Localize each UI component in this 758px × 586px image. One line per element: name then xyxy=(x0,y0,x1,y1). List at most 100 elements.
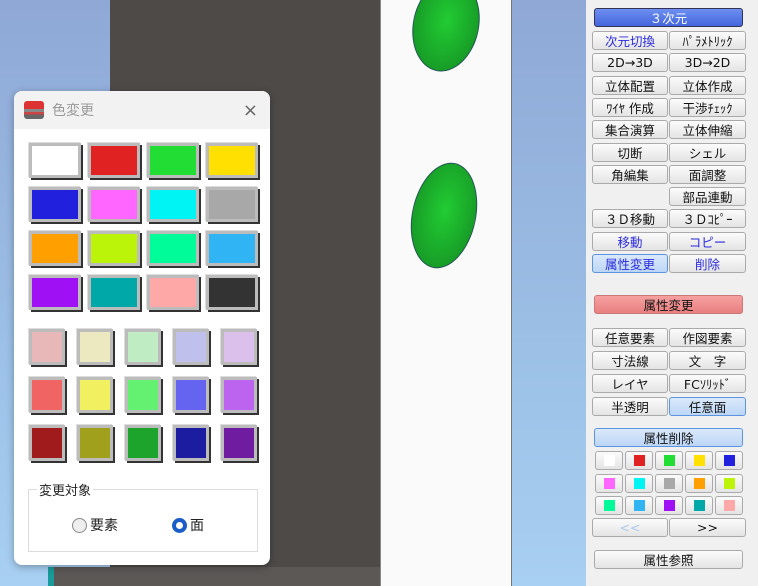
radio-element[interactable]: 要素 xyxy=(72,515,118,535)
color-chip xyxy=(664,500,675,511)
color-swatch[interactable] xyxy=(77,425,113,461)
color-chip xyxy=(604,455,615,466)
cmd-button[interactable]: 干渉ﾁｪｯｸ xyxy=(669,97,746,117)
attr-button[interactable]: 任意要素 xyxy=(592,328,668,347)
mode-3d-button[interactable]: ３次元 xyxy=(594,8,743,27)
app-icon xyxy=(24,101,44,119)
color-chip xyxy=(724,455,735,466)
color-swatch[interactable] xyxy=(206,231,258,266)
cmd-button[interactable]: コピー xyxy=(669,231,746,251)
color-swatch[interactable] xyxy=(125,425,161,461)
cmd-button[interactable]: 角編集 xyxy=(592,164,668,184)
delete-color-button[interactable] xyxy=(595,473,623,493)
attr-reference-button[interactable]: 属性参照 xyxy=(594,550,743,569)
dialog-titlebar[interactable]: 色変更 × xyxy=(14,91,270,129)
cmd-button[interactable]: ﾊﾟﾗﾒﾄﾘｯｸ xyxy=(669,31,746,50)
delete-color-button[interactable] xyxy=(715,496,743,515)
delete-color-button[interactable] xyxy=(655,496,683,515)
cmd-button[interactable]: 部品連動 xyxy=(669,187,746,207)
color-swatch[interactable] xyxy=(221,425,257,461)
radio-circle[interactable] xyxy=(72,517,87,533)
radio-circle-selected[interactable] xyxy=(172,517,187,533)
attr-button[interactable]: 半透明 xyxy=(592,397,668,416)
next-page-button[interactable]: >> xyxy=(669,518,746,537)
radio-face[interactable]: 面 xyxy=(172,515,204,535)
command-panel: ３次元次元切換 ﾊﾟﾗﾒﾄﾘｯｸ 2D→3D 3D→2D 立体配置 立体作成 ﾜｲﾔ 作成干… xyxy=(586,0,758,586)
color-swatch[interactable] xyxy=(29,377,65,413)
delete-color-button[interactable] xyxy=(715,473,743,493)
prev-page-button[interactable]: << xyxy=(592,518,668,537)
color-swatch[interactable] xyxy=(125,329,161,365)
cmd-button[interactable]: ３Ｄｺﾋﾟｰ xyxy=(669,209,746,229)
solid-bottom xyxy=(54,567,380,586)
color-swatch[interactable] xyxy=(77,377,113,413)
cmd-button[interactable]: 3D→2D xyxy=(669,53,746,73)
delete-color-button[interactable] xyxy=(595,496,623,515)
delete-color-button[interactable] xyxy=(655,473,683,493)
cmd-button[interactable]: 立体配置 xyxy=(592,75,668,95)
color-swatch[interactable] xyxy=(77,329,113,365)
close-icon[interactable]: × xyxy=(243,100,258,121)
delete-color-button[interactable] xyxy=(595,451,623,470)
color-chip xyxy=(604,500,615,511)
delete-color-button[interactable] xyxy=(715,451,743,470)
cmd-button[interactable]: 立体伸縮 xyxy=(669,120,746,140)
cmd-button[interactable]: 面調整 xyxy=(669,164,746,184)
color-swatch[interactable] xyxy=(88,143,140,178)
attr-change-button[interactable]: 属性変更 xyxy=(594,295,743,314)
delete-color-button[interactable] xyxy=(685,451,713,470)
color-swatch[interactable] xyxy=(147,275,199,310)
color-swatch[interactable] xyxy=(206,187,258,222)
cmd-button[interactable]: 集合演算 xyxy=(592,120,668,140)
cmd-button[interactable]: 削除 xyxy=(669,254,746,273)
color-swatch[interactable] xyxy=(29,231,81,266)
color-swatch[interactable] xyxy=(147,231,199,266)
color-swatch[interactable] xyxy=(206,143,258,178)
attr-button[interactable]: 任意面 xyxy=(669,397,746,416)
delete-color-button[interactable] xyxy=(625,496,653,515)
color-swatch[interactable] xyxy=(125,377,161,413)
color-chip xyxy=(724,500,735,511)
attr-button[interactable]: 寸法線 xyxy=(592,351,668,370)
attr-button[interactable]: 文 字 xyxy=(669,351,746,370)
color-swatch[interactable] xyxy=(29,143,81,178)
color-swatch[interactable] xyxy=(88,231,140,266)
delete-color-button[interactable] xyxy=(625,451,653,470)
color-swatch[interactable] xyxy=(147,143,199,178)
color-swatch[interactable] xyxy=(29,329,65,365)
color-swatch[interactable] xyxy=(173,377,209,413)
cmd-button[interactable]: ３Ｄ移動 xyxy=(592,209,668,229)
cmd-button[interactable]: 2D→3D xyxy=(592,53,668,73)
cmd-button[interactable]: 立体作成 xyxy=(669,75,746,95)
color-swatch[interactable] xyxy=(29,187,81,222)
color-swatch[interactable] xyxy=(29,425,65,461)
attr-delete-button[interactable]: 属性削除 xyxy=(594,428,743,447)
color-change-dialog: 色変更 × 変更対象 要素 面 xyxy=(14,91,270,565)
delete-color-button[interactable] xyxy=(655,451,683,470)
cmd-button[interactable]: 移動 xyxy=(592,231,668,251)
color-chip xyxy=(634,477,645,489)
cmd-button[interactable]: 属性変更 xyxy=(592,254,668,273)
delete-color-button[interactable] xyxy=(685,473,713,493)
cmd-button[interactable]: ﾜｲﾔ 作成 xyxy=(592,97,668,117)
attr-button[interactable]: 作図要素 xyxy=(669,328,746,347)
cmd-button[interactable]: シェル xyxy=(669,142,746,162)
color-swatch[interactable] xyxy=(206,275,258,310)
color-swatch[interactable] xyxy=(221,377,257,413)
color-chip xyxy=(694,455,705,466)
attr-button[interactable]: レイヤ xyxy=(592,374,668,393)
cmd-button[interactable]: 次元切換 xyxy=(592,31,668,50)
cmd-button[interactable]: 切断 xyxy=(592,142,668,162)
delete-color-button[interactable] xyxy=(625,473,653,493)
attr-button[interactable]: FCｿﾘｯﾄﾞ xyxy=(669,374,746,393)
color-swatch[interactable] xyxy=(221,329,257,365)
color-swatch[interactable] xyxy=(29,275,81,310)
delete-color-button[interactable] xyxy=(685,496,713,515)
color-swatch[interactable] xyxy=(88,187,140,222)
change-target-group: 変更対象 要素 面 xyxy=(28,480,258,552)
color-swatch[interactable] xyxy=(88,275,140,310)
color-swatch[interactable] xyxy=(173,329,209,365)
color-swatch[interactable] xyxy=(147,187,199,222)
color-swatch[interactable] xyxy=(173,425,209,461)
color-chip xyxy=(634,500,645,511)
